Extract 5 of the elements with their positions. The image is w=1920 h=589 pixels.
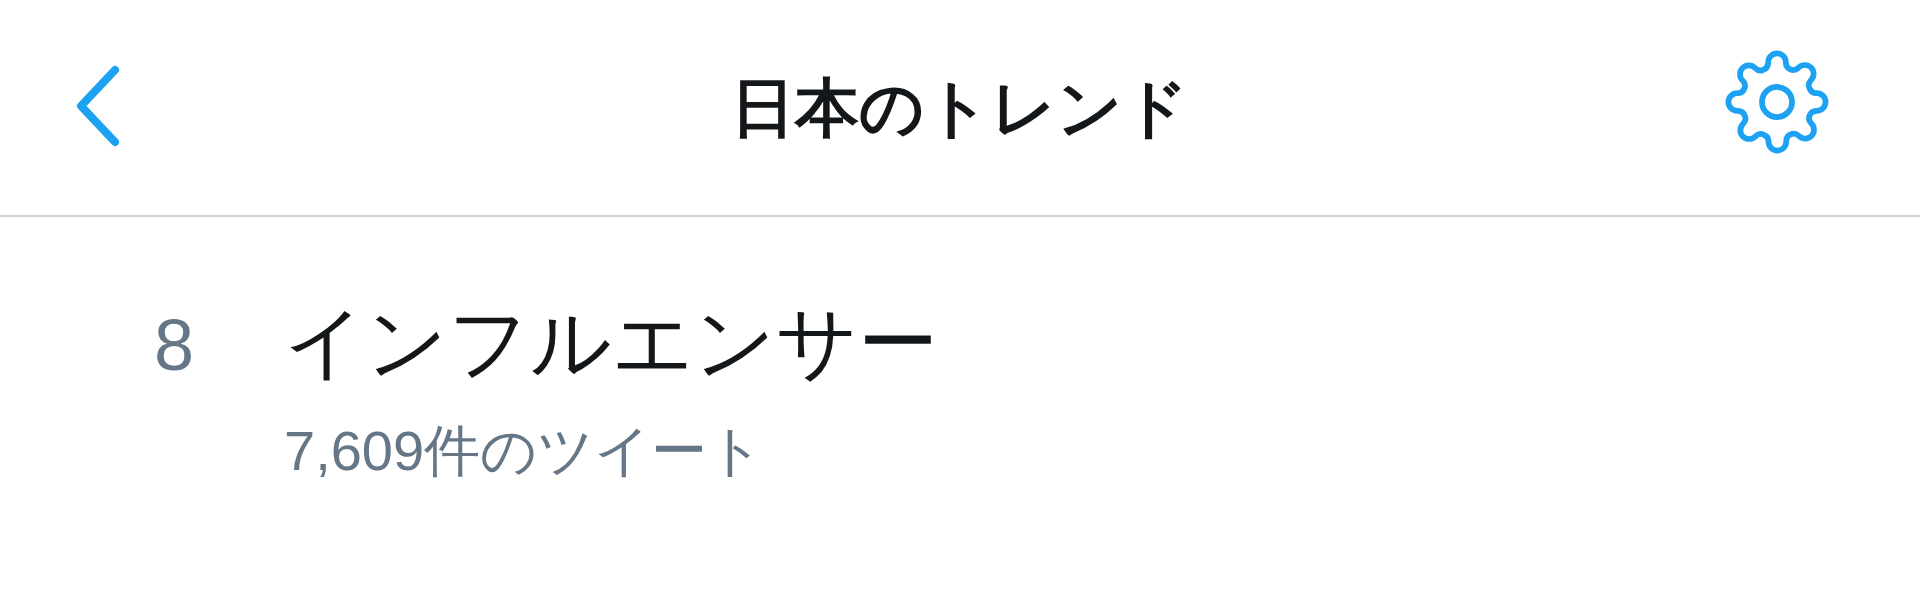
trend-name[interactable]: インフルエンサー <box>284 303 938 383</box>
tweet-count: 7,609件のツイート <box>284 423 766 479</box>
settings-icon <box>1724 49 1830 155</box>
page-title: 日本のトレンド <box>731 75 1189 140</box>
trend-rank: 8 <box>152 309 195 387</box>
